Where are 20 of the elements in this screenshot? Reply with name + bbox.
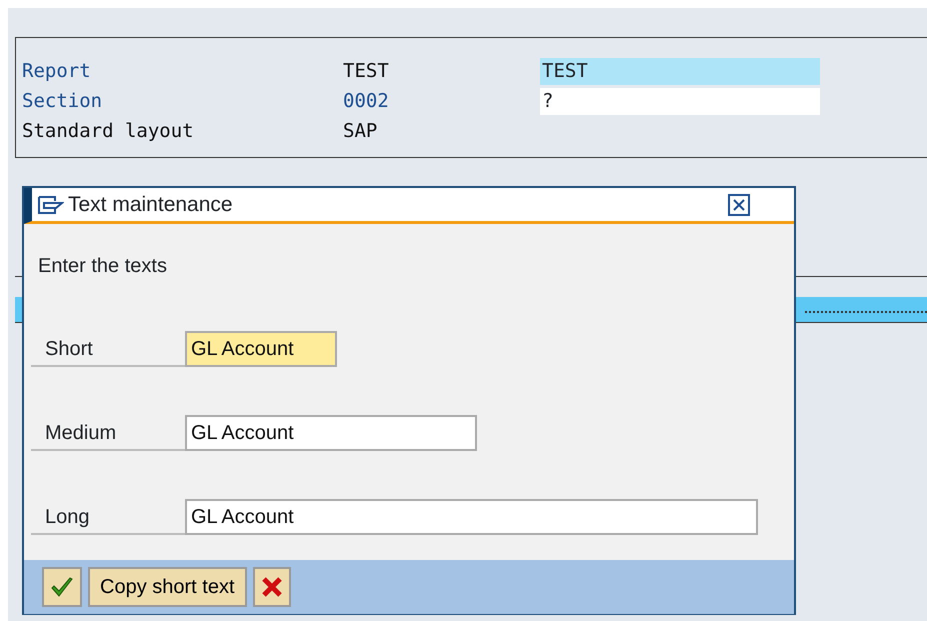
close-icon[interactable] [728, 194, 750, 216]
confirm-button[interactable] [42, 567, 82, 607]
field-label: Standard layout [22, 120, 194, 142]
dialog-prompt: Enter the texts [38, 254, 168, 279]
text-input[interactable]: GL Account [185, 499, 758, 535]
field-value: 0002 [343, 90, 389, 112]
text-input[interactable]: GL Account [185, 331, 337, 367]
text-input[interactable]: GL Account [185, 415, 477, 451]
text-field[interactable]: ? [540, 88, 820, 114]
dialog-title: Text maintenance [68, 192, 234, 218]
cancel-button[interactable] [252, 567, 291, 607]
dialog-icon [36, 194, 64, 216]
field-value: SAP [343, 120, 378, 142]
text-field[interactable]: TEST [540, 58, 820, 84]
field-value: TEST [343, 60, 389, 82]
cancel-icon [260, 576, 283, 598]
copy-text-button[interactable]: Copy short text [88, 567, 247, 607]
field-label: Section [22, 90, 102, 112]
checkmark-icon [50, 576, 74, 598]
field-label: Report [22, 60, 91, 82]
